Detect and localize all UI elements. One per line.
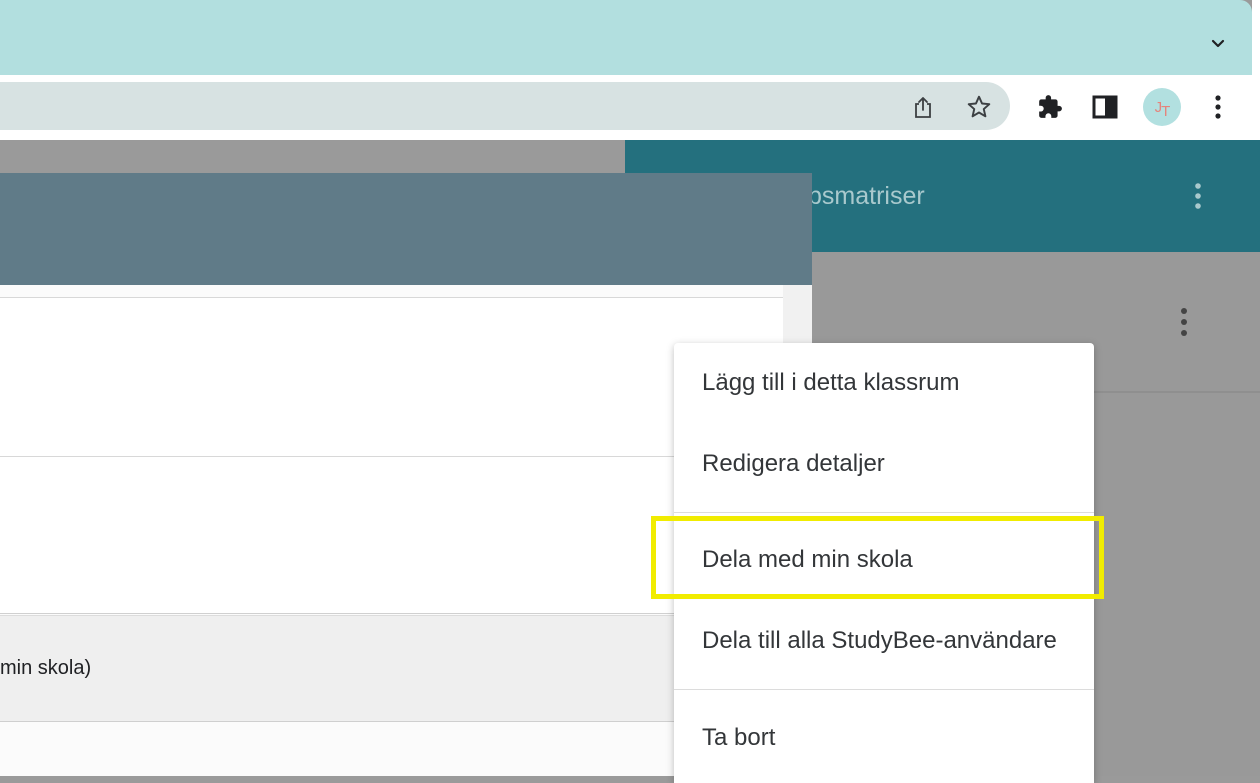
tab-search-dropdown[interactable] [1204, 30, 1232, 58]
browser-menu-button[interactable] [1200, 89, 1236, 125]
list-item-text: min skola) [0, 657, 92, 679]
avatar-initial-2: T [1161, 102, 1170, 120]
window-edge [1252, 0, 1260, 140]
extensions-button[interactable] [1032, 89, 1068, 125]
menu-item-delete[interactable]: Ta bort [702, 724, 775, 752]
app-header-more-button[interactable] [1184, 180, 1212, 212]
address-bar[interactable] [0, 82, 1010, 130]
menu-item-add-to-classroom[interactable]: Lägg till i detta klassrum [702, 369, 959, 397]
bookmark-button[interactable] [961, 89, 997, 125]
share-icon [915, 97, 931, 118]
profile-avatar[interactable]: JT [1143, 88, 1181, 126]
app-header-title: psmatriser [808, 182, 925, 210]
menu-item-share-with-all-users[interactable]: Dela till alla StudyBee-användare [702, 627, 1057, 655]
highlight-box [651, 516, 1104, 599]
kebab-menu-icon [1215, 95, 1221, 119]
list-item[interactable] [0, 297, 783, 457]
list-item[interactable] [0, 615, 783, 722]
tab-strip [0, 0, 1252, 75]
menu-item-edit-details[interactable]: Redigera detaljer [702, 450, 885, 478]
chevron-down-icon [1211, 39, 1225, 48]
bookmark-star-icon [967, 95, 991, 118]
row-more-button[interactable] [1170, 306, 1198, 338]
side-panel-button[interactable] [1087, 89, 1123, 125]
kebab-menu-icon [1181, 308, 1187, 336]
menu-divider [674, 512, 1094, 513]
share-button[interactable] [905, 89, 941, 125]
menu-divider [674, 689, 1094, 690]
side-panel-icon [1092, 95, 1118, 119]
extensions-icon [1039, 95, 1062, 118]
kebab-menu-icon [1195, 183, 1201, 209]
dialog-header [0, 173, 812, 285]
